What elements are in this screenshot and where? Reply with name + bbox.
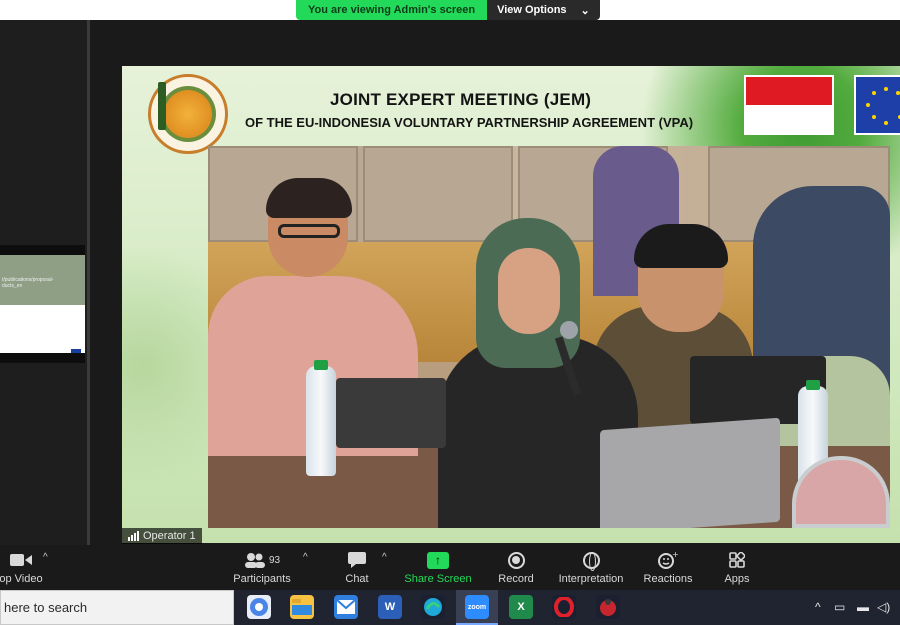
stop-video-button[interactable]: op Video (0, 545, 46, 590)
operator-label: Operator 1 (143, 530, 196, 542)
eu-star (872, 91, 876, 95)
zoom-icon[interactable]: zoom (465, 595, 489, 619)
microphone-icon (560, 321, 578, 339)
laptop-left (336, 378, 446, 448)
chat-icon (348, 550, 366, 570)
svg-text:+: + (672, 551, 678, 559)
bottle-cap (806, 380, 820, 390)
man-hair-2 (634, 224, 728, 268)
eu-star (872, 115, 876, 119)
eu-star (884, 121, 888, 125)
view-options-button[interactable]: View Options ⌄ (487, 0, 600, 20)
edge-icon[interactable] (421, 595, 445, 619)
chat-button[interactable]: Chat (337, 545, 377, 590)
apps-label: Apps (724, 573, 750, 585)
interpretation-button[interactable]: Interpretation (553, 545, 629, 590)
video-camera-icon (10, 550, 32, 570)
view-options-label: View Options (497, 4, 567, 16)
eu-flag-icon (854, 75, 900, 135)
participants-button[interactable]: 93 Participants (228, 545, 296, 590)
apps-icon (729, 550, 745, 570)
interpretation-label: Interpretation (558, 573, 624, 585)
participants-label: Participants (233, 573, 291, 585)
network-icon[interactable]: ▭ (834, 600, 845, 614)
meeting-title: JOINT EXPERT MEETING (JEM) (330, 90, 592, 109)
logo-sun (160, 86, 216, 142)
opera-icon[interactable] (552, 595, 576, 619)
search-placeholder: here to search (4, 600, 88, 615)
thumbnail-text-2: ducts_en (2, 283, 23, 289)
zoom-meeting-window: You are viewing Admin's screen View Opti… (0, 0, 900, 625)
reactions-icon: + (658, 550, 678, 570)
eu-star (896, 91, 900, 95)
eu-star (884, 87, 888, 91)
reactions-label: Reactions (643, 573, 693, 585)
globe-icon (582, 550, 600, 571)
tree-icon (158, 82, 166, 130)
word-icon[interactable]: W (378, 595, 402, 619)
record-button[interactable]: Record (494, 545, 538, 590)
file-explorer-icon[interactable] (290, 595, 314, 619)
chat-options-caret[interactable]: ^ (382, 552, 387, 563)
signal-strength-icon (128, 531, 139, 541)
thumbnail-header: t/publications/proposal- ducts_en (0, 255, 85, 305)
viewing-message: You are viewing Admin's screen (296, 0, 488, 20)
participant-name-tag: Operator 1 (122, 528, 202, 544)
mail-icon[interactable] (334, 595, 358, 619)
participants-options-caret[interactable]: ^ (303, 552, 308, 563)
woman-face (498, 248, 560, 334)
flag-red-band (746, 77, 832, 105)
chat-label: Chat (345, 573, 369, 585)
bottle-cap (314, 360, 328, 370)
indonesia-flag-icon (744, 75, 834, 135)
apps-button[interactable]: Apps (720, 545, 754, 590)
glasses-icon (278, 224, 340, 238)
record-icon (507, 550, 525, 570)
participant-count: 93 (268, 554, 281, 566)
record-label: Record (498, 573, 534, 585)
laptop-front (600, 417, 780, 528)
share-screen-icon: ↑ (427, 550, 449, 570)
tray-expand-icon[interactable]: ^ (815, 600, 821, 614)
wall-panel (363, 146, 513, 242)
volume-icon[interactable]: ◁) (877, 600, 890, 614)
meeting-subtitle: OF THE EU-INDONESIA VOLUNTARY PARTNERSHI… (245, 115, 694, 130)
shared-screen: JOINT EXPERT MEETING (JEM) OF THE EU-IND… (122, 66, 900, 543)
game-icon[interactable] (596, 595, 620, 619)
flag-white-band (746, 105, 832, 133)
taskbar-search-input[interactable]: here to search (0, 590, 234, 625)
chevron-down-icon: ⌄ (580, 4, 590, 17)
share-screen-button[interactable]: ↑ Share Screen (404, 545, 472, 590)
screen-thumbnail[interactable]: t/publications/proposal- ducts_en (0, 245, 85, 363)
man-hair (266, 178, 352, 218)
meeting-video-photo (208, 146, 890, 528)
water-bottle (306, 366, 336, 476)
thumbnail-body (0, 305, 85, 353)
video-options-caret[interactable]: ^ (43, 552, 48, 563)
stop-video-label: op Video (0, 573, 43, 585)
participants-icon: 93 (244, 550, 280, 570)
reactions-button[interactable]: + Reactions (640, 545, 696, 590)
eu-star (866, 103, 870, 107)
share-screen-label: Share Screen (404, 573, 472, 585)
eu-flag-icon (71, 349, 81, 353)
chrome-icon[interactable] (247, 595, 271, 619)
viewing-banner: You are viewing Admin's screen View Opti… (296, 0, 600, 20)
excel-icon[interactable]: X (509, 595, 533, 619)
meeting-toolbar: op Video ^ 93 Participants ^ Chat ^ ↑ Sh… (0, 545, 900, 590)
splitter-handle[interactable] (87, 20, 90, 545)
battery-icon[interactable]: ▬ (857, 600, 869, 614)
